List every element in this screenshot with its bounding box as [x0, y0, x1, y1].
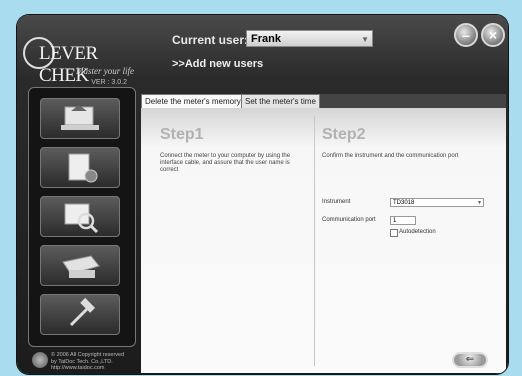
step1-title: Step1: [160, 126, 204, 143]
tab-set-time[interactable]: Set the meter's time: [241, 94, 320, 109]
chevron-down-icon: ▼: [361, 35, 369, 44]
document-settings-icon: [68, 153, 98, 183]
step2-panel: Step2 Confirm the instrument and the com…: [315, 108, 506, 373]
step1-text: Connect the meter to your computer by us…: [160, 153, 291, 173]
add-new-users-link[interactable]: >>Add new users: [172, 58, 263, 70]
tools-hammer-icon: [69, 297, 96, 327]
current-user-select[interactable]: Frank ▼: [246, 30, 373, 47]
autodetect-checkbox[interactable]: [390, 229, 398, 237]
app-tagline: Master your life: [76, 66, 134, 76]
sidebar: [28, 87, 136, 347]
search-document-icon: [64, 203, 99, 234]
port-input[interactable]: 1: [390, 216, 416, 225]
instrument-label: Instrument: [322, 199, 351, 205]
app-logo: LEVER CHEK Master your life VER : 3.0.2: [21, 35, 137, 91]
main-window: LEVER CHEK Master your life VER : 3.0.2 …: [17, 15, 508, 374]
autodetect-label: Autodetection: [399, 229, 436, 235]
company-logo-icon: [32, 352, 48, 368]
main-panel: Delete the meter's memory Set the meter'…: [141, 94, 506, 373]
current-user-value: Frank: [251, 33, 281, 45]
back-arrow-icon: ⇐: [465, 354, 475, 365]
printer-icon: [62, 255, 100, 278]
port-value: 1: [393, 218, 397, 224]
step2-text: Confirm the instrument and the communica…: [322, 153, 459, 159]
port-label: Communication port: [322, 217, 376, 223]
step1-panel: Step1 Connect the meter to your computer…: [141, 108, 314, 373]
minimize-icon: –: [462, 27, 470, 43]
chevron-down-icon: ▼: [477, 200, 482, 206]
step2-title: Step2: [322, 126, 366, 143]
sidebar-item-search[interactable]: [40, 196, 120, 237]
sidebar-item-print[interactable]: [40, 245, 120, 286]
copyright-line: http://www.taidoc.com: [51, 365, 105, 371]
back-button[interactable]: ⇐: [452, 352, 488, 368]
computer-upload-icon: [61, 105, 99, 130]
sidebar-item-document-settings[interactable]: [40, 147, 120, 188]
sidebar-item-upload[interactable]: [40, 98, 120, 139]
minimize-button[interactable]: –: [454, 23, 478, 47]
instrument-select[interactable]: TD3018 ▼: [390, 198, 484, 207]
app-version: VER : 3.0.2: [91, 79, 127, 86]
tab-delete-memory[interactable]: Delete the meter's memory: [141, 94, 245, 109]
step-content: Step1 Connect the meter to your computer…: [141, 108, 506, 373]
copyright-line: © 2006 All Copyright reserved: [51, 352, 125, 358]
close-button[interactable]: ×: [481, 23, 505, 47]
current-user-label: Current user:: [172, 33, 249, 47]
instrument-value: TD3018: [393, 200, 415, 206]
sidebar-item-tools[interactable]: [40, 294, 120, 335]
copyright-info: © 2006 All Copyright reserved by TaiDoc …: [29, 350, 139, 371]
close-icon: ×: [488, 27, 498, 43]
